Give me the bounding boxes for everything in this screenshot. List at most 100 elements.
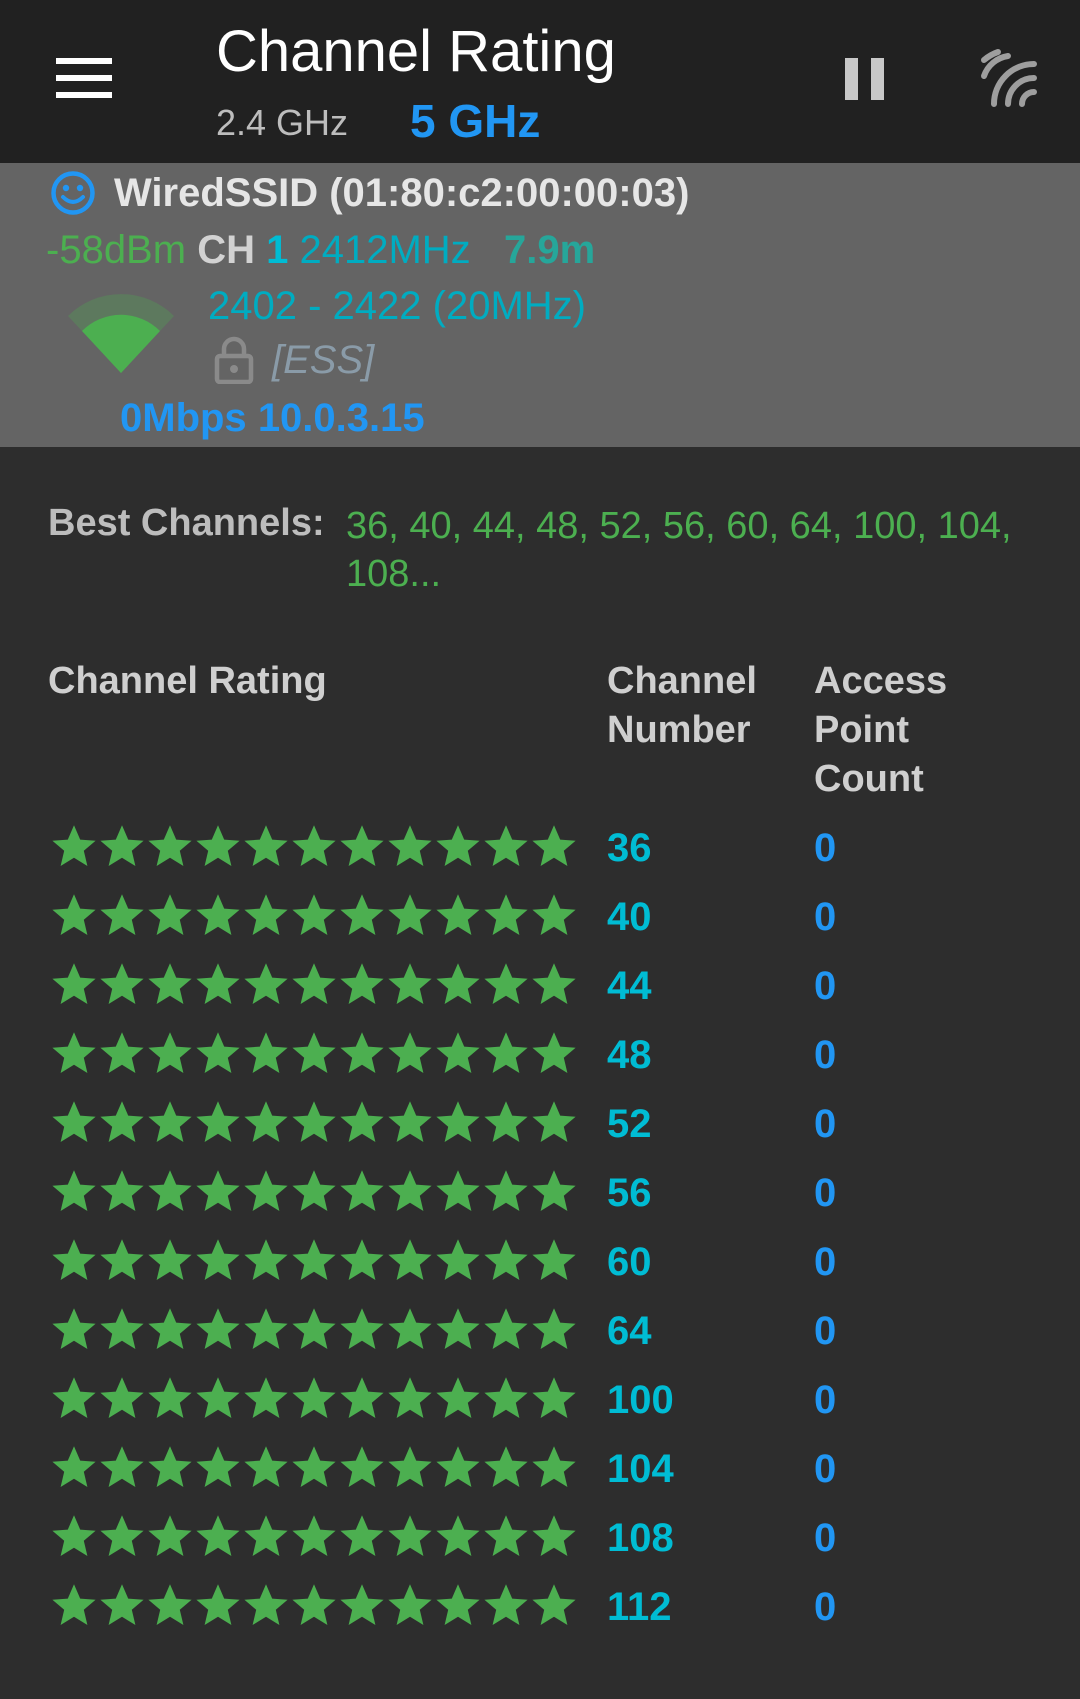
- channel-number: 48: [607, 1033, 652, 1077]
- star-icon: [482, 822, 530, 870]
- star-icon: [530, 1098, 578, 1146]
- table-row[interactable]: 60 0: [0, 1236, 1080, 1305]
- column-header-ap-count: Access Point Count: [814, 660, 948, 800]
- star-icon: [98, 1581, 146, 1629]
- star-icon: [290, 1305, 338, 1353]
- column-header-rating: Channel Rating: [48, 660, 327, 702]
- star-icon: [434, 1443, 482, 1491]
- access-point-count: 0: [814, 1447, 837, 1491]
- channel-number: 36: [607, 826, 652, 870]
- star-icon: [530, 822, 578, 870]
- channel-number: 64: [607, 1309, 652, 1353]
- table-row[interactable]: 64 0: [0, 1305, 1080, 1374]
- star-icon: [338, 1098, 386, 1146]
- channel-number: 100: [607, 1378, 674, 1422]
- star-icon: [482, 1167, 530, 1215]
- star-icon: [146, 1098, 194, 1146]
- star-icon: [194, 1098, 242, 1146]
- star-icon: [386, 1581, 434, 1629]
- star-icon: [386, 822, 434, 870]
- star-icon: [482, 891, 530, 939]
- table-row[interactable]: 40 0: [0, 891, 1080, 960]
- star-rating: [50, 960, 582, 1008]
- star-icon: [482, 1236, 530, 1284]
- table-row[interactable]: 56 0: [0, 1167, 1080, 1236]
- star-icon: [434, 822, 482, 870]
- star-icon: [434, 1305, 482, 1353]
- distance-value: 7.9m: [504, 228, 596, 272]
- star-icon: [242, 891, 290, 939]
- star-icon: [434, 1098, 482, 1146]
- star-rating: [50, 1167, 582, 1215]
- star-icon: [482, 1305, 530, 1353]
- star-icon: [530, 1581, 578, 1629]
- star-icon: [242, 960, 290, 1008]
- star-icon: [50, 960, 98, 1008]
- wifi-off-icon[interactable]: [978, 48, 1038, 108]
- star-rating: [50, 1236, 582, 1284]
- star-icon: [194, 1236, 242, 1284]
- star-icon: [290, 1374, 338, 1422]
- table-row[interactable]: 48 0: [0, 1029, 1080, 1098]
- star-icon: [98, 1098, 146, 1146]
- star-icon: [194, 960, 242, 1008]
- star-icon: [242, 1512, 290, 1560]
- star-icon: [530, 1443, 578, 1491]
- column-header-channel-number: Channel Number: [607, 660, 757, 751]
- star-icon: [146, 960, 194, 1008]
- table-row[interactable]: 100 0: [0, 1374, 1080, 1443]
- star-icon: [386, 1512, 434, 1560]
- star-icon: [386, 1098, 434, 1146]
- star-icon: [338, 891, 386, 939]
- star-icon: [530, 1374, 578, 1422]
- menu-icon[interactable]: [56, 58, 112, 98]
- star-icon: [290, 960, 338, 1008]
- access-point-count: 0: [814, 895, 837, 939]
- star-icon: [482, 1512, 530, 1560]
- table-row[interactable]: 112 0: [0, 1581, 1080, 1650]
- star-icon: [242, 1098, 290, 1146]
- channel-number: 44: [607, 964, 652, 1008]
- channel-number: 60: [607, 1240, 652, 1284]
- star-icon: [482, 1029, 530, 1077]
- star-rating: [50, 1581, 582, 1629]
- star-icon: [338, 1167, 386, 1215]
- table-row[interactable]: 36 0: [0, 822, 1080, 891]
- star-icon: [194, 1167, 242, 1215]
- star-icon: [434, 1236, 482, 1284]
- star-rating: [50, 822, 582, 870]
- star-icon: [50, 1581, 98, 1629]
- table-row[interactable]: 44 0: [0, 960, 1080, 1029]
- table-row[interactable]: 104 0: [0, 1443, 1080, 1512]
- star-icon: [482, 960, 530, 1008]
- star-rating: [50, 1512, 582, 1560]
- tab-5-ghz[interactable]: 5 GHz: [410, 94, 540, 148]
- signal-strength: -58dBm: [46, 228, 187, 272]
- star-icon: [434, 1029, 482, 1077]
- best-channels-label: Best Channels:: [48, 502, 325, 544]
- star-rating: [50, 1098, 582, 1146]
- star-icon: [242, 1305, 290, 1353]
- pause-icon[interactable]: [845, 58, 885, 100]
- access-point-count: 0: [814, 1309, 837, 1353]
- star-icon: [338, 1236, 386, 1284]
- star-icon: [50, 1305, 98, 1353]
- tab-2-4-ghz[interactable]: 2.4 GHz: [216, 102, 348, 144]
- star-icon: [194, 1443, 242, 1491]
- table-row[interactable]: 52 0: [0, 1098, 1080, 1167]
- table-row[interactable]: 108 0: [0, 1512, 1080, 1581]
- channel-number: 112: [607, 1585, 672, 1629]
- star-icon: [50, 822, 98, 870]
- access-point-count: 0: [814, 964, 837, 1008]
- signal-details: -58dBm CH 1 2412MHz 7.9m: [46, 228, 595, 273]
- star-icon: [194, 1374, 242, 1422]
- lock-icon: [214, 336, 254, 384]
- star-icon: [98, 1374, 146, 1422]
- star-rating: [50, 1443, 582, 1491]
- star-icon: [98, 822, 146, 870]
- star-icon: [530, 1029, 578, 1077]
- ip-address: 10.0.3.15: [257, 396, 425, 440]
- star-icon: [290, 1581, 338, 1629]
- star-icon: [386, 1029, 434, 1077]
- star-icon: [290, 1236, 338, 1284]
